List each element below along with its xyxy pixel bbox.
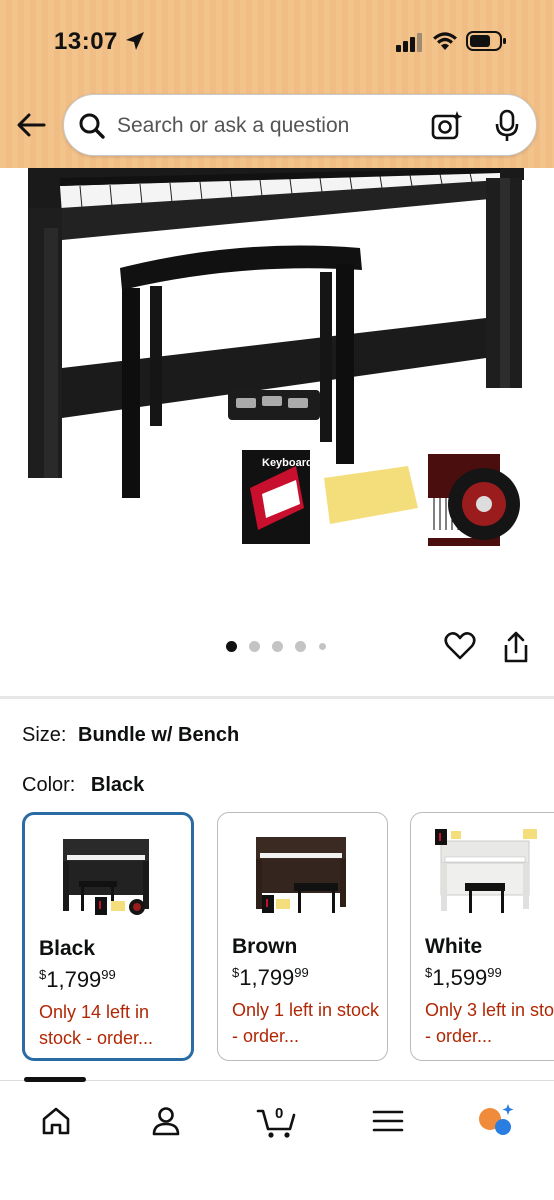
heart-icon[interactable] <box>444 630 476 662</box>
active-tab-indicator <box>24 1077 86 1082</box>
stock-status: Only 14 left in stock - order... <box>39 1002 154 1048</box>
swatch-thumbnail <box>256 837 346 913</box>
swatch-name: Brown <box>232 935 298 958</box>
price-whole: 1,599 <box>432 965 488 990</box>
stock-status: Only 1 left in stock - order... <box>232 1000 380 1046</box>
price-cents: 99 <box>294 965 309 980</box>
color-selector: Color: Black <box>22 774 144 797</box>
search-bar[interactable]: Search or ask a question <box>63 94 537 156</box>
share-icon[interactable] <box>502 630 530 664</box>
carousel-dot[interactable] <box>249 641 260 652</box>
swatch-name: White <box>425 935 483 958</box>
svg-text:Keyboard: Keyboard <box>262 457 313 469</box>
microphone-icon[interactable] <box>494 109 520 143</box>
stock-status: Only 3 left in stock - order... <box>425 1000 554 1046</box>
carousel-dot[interactable] <box>319 643 326 650</box>
swatch-name: Black <box>39 937 96 960</box>
menu-icon[interactable] <box>368 1101 408 1141</box>
swatch-white[interactable]: White $1,59999 Only 3 left in stock - or… <box>410 812 554 1061</box>
cellular-signal-icon <box>396 33 422 52</box>
price-cents: 99 <box>101 967 116 982</box>
swatch-black[interactable]: Black $1,79999 Only 14 left in stock - o… <box>22 812 194 1061</box>
rufus-assistant-icon[interactable] <box>476 1101 516 1141</box>
price-whole: 1,799 <box>239 965 295 990</box>
piano-bundle-image: Keyboard <box>28 168 524 546</box>
cart-icon[interactable]: 0 <box>256 1101 300 1141</box>
price-whole: 1,799 <box>46 967 102 992</box>
size-selector[interactable]: Size: Bundle w/ Bench <box>22 724 239 747</box>
size-value: Bundle w/ Bench <box>78 724 240 746</box>
swatch-price: $1,79999 <box>39 967 116 993</box>
wifi-icon <box>433 32 457 50</box>
status-time: 13:07 <box>54 28 118 55</box>
swatch-price: $1,79999 <box>232 965 309 991</box>
search-icon <box>79 113 105 139</box>
product-image[interactable]: Keyboard <box>0 168 554 618</box>
account-icon[interactable] <box>146 1101 186 1141</box>
search-placeholder[interactable]: Search or ask a question <box>117 114 349 138</box>
top-header: 13:07 Search or ask a question <box>0 0 554 168</box>
back-arrow-icon[interactable] <box>14 108 50 142</box>
carousel-dot[interactable] <box>272 641 283 652</box>
cart-count: 0 <box>275 1105 283 1122</box>
price-cents: 99 <box>487 965 502 980</box>
carousel-dot-active[interactable] <box>226 641 237 652</box>
home-icon[interactable] <box>36 1101 76 1141</box>
color-value: Black <box>90 774 145 796</box>
section-divider <box>0 696 554 699</box>
color-swatches: Black $1,79999 Only 14 left in stock - o… <box>22 812 554 1062</box>
location-arrow-icon <box>126 32 144 50</box>
swatch-price: $1,59999 <box>425 965 502 991</box>
color-label: Color: <box>22 774 76 796</box>
battery-icon <box>466 31 506 51</box>
bottom-navigation: 0 <box>0 1077 554 1200</box>
swatch-thumbnail <box>435 829 537 913</box>
swatch-thumbnail <box>63 839 149 915</box>
swatch-brown[interactable]: Brown $1,79999 Only 1 left in stock - or… <box>217 812 388 1061</box>
camera-search-icon[interactable] <box>430 109 464 143</box>
status-bar: 13:07 <box>0 0 554 84</box>
size-label: Size: <box>22 724 67 746</box>
carousel-dot[interactable] <box>295 641 306 652</box>
